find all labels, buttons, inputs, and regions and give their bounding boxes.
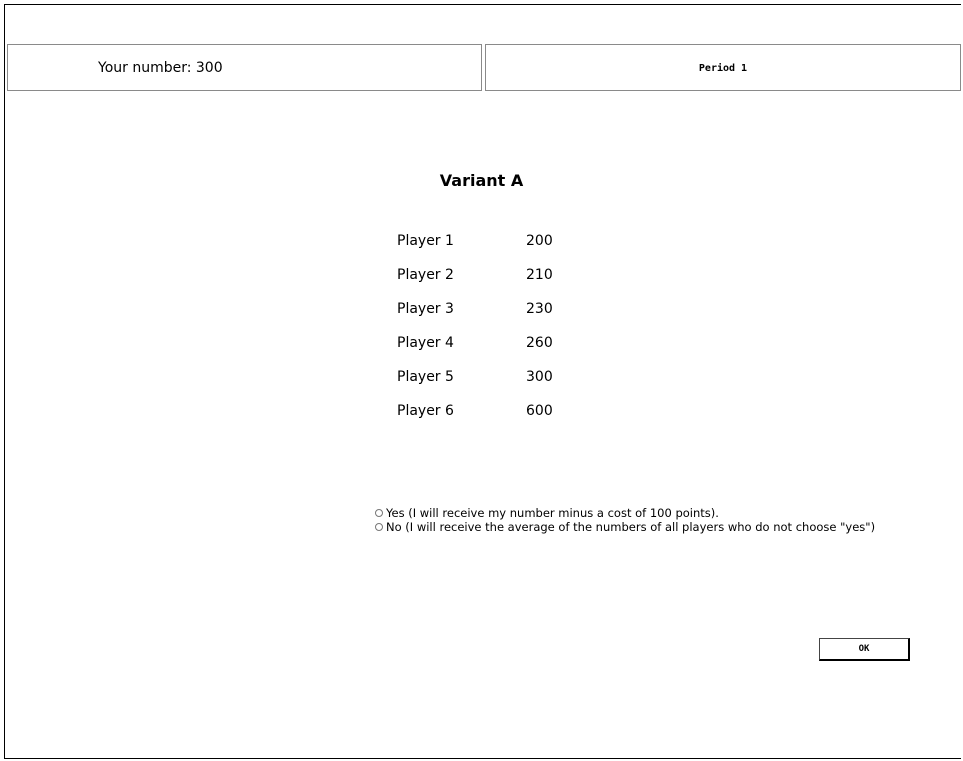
player-name: Player 3 <box>397 301 454 317</box>
player-value: 230 <box>526 301 553 317</box>
yes-option[interactable]: Yes (I will receive my number minus a co… <box>375 506 875 520</box>
player-name: Player 5 <box>397 369 454 385</box>
player-name: Player 1 <box>397 233 454 249</box>
your-number-panel: Your number: 300 <box>7 44 482 91</box>
no-option[interactable]: No (I will receive the average of the nu… <box>375 520 875 534</box>
period-label: Period 1 <box>698 63 748 74</box>
player-value: 200 <box>526 233 553 249</box>
yes-label[interactable]: Yes (I will receive my number minus a co… <box>386 506 719 520</box>
no-radio[interactable] <box>375 523 383 531</box>
no-label[interactable]: No (I will receive the average of the nu… <box>386 520 875 534</box>
player-name: Player 6 <box>397 403 454 419</box>
choice-group: Yes (I will receive my number minus a co… <box>375 506 875 534</box>
yes-radio[interactable] <box>375 509 383 517</box>
ok-button[interactable]: OK <box>819 638 910 661</box>
period-panel: Period 1 <box>485 44 961 91</box>
player-value: 260 <box>526 335 553 351</box>
variant-title: Variant A <box>439 171 524 190</box>
player-value: 300 <box>526 369 553 385</box>
player-name: Player 4 <box>397 335 454 351</box>
player-name: Player 2 <box>397 267 454 283</box>
player-value: 210 <box>526 267 553 283</box>
player-value: 600 <box>526 403 553 419</box>
app-frame <box>4 4 961 759</box>
your-number-label: Your number: 300 <box>98 60 223 76</box>
